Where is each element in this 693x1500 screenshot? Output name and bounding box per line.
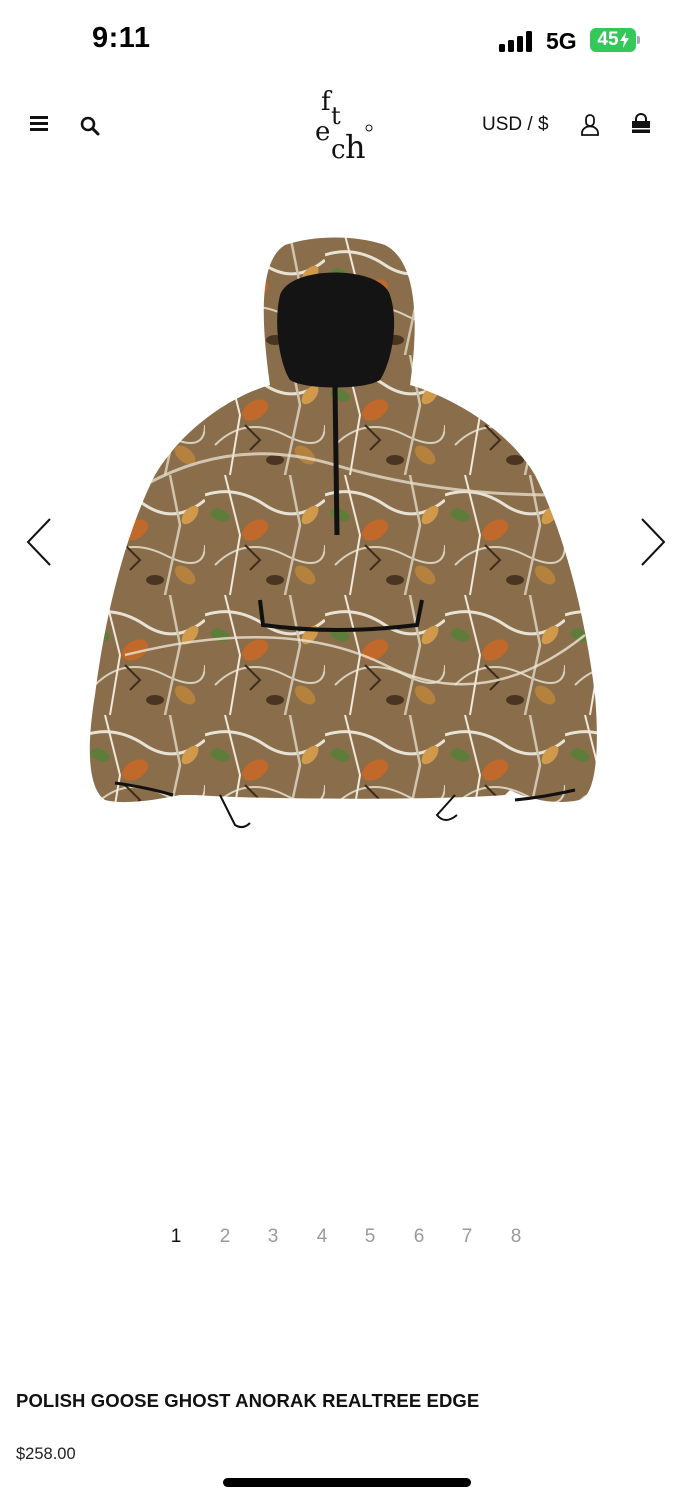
user-icon[interactable] — [580, 113, 600, 137]
svg-text:h: h — [345, 128, 366, 164]
status-time: 9:11 — [92, 22, 151, 54]
site-header: f t e c h USD / $ — [0, 80, 693, 170]
network-type: 5G — [546, 28, 577, 54]
fetch-logo[interactable]: f t e c h — [315, 84, 379, 166]
svg-text:t: t — [331, 102, 341, 130]
svg-text:e: e — [315, 117, 330, 147]
chevron-right-icon[interactable] — [636, 515, 670, 569]
product-title: POLISH GOOSE GHOST ANORAK REALTREE EDGE — [16, 1390, 480, 1411]
page-3[interactable]: 3 — [263, 1226, 283, 1248]
page-5[interactable]: 5 — [360, 1226, 380, 1248]
battery-level: 45 — [597, 29, 619, 50]
product-image[interactable] — [85, 235, 605, 835]
bolt-icon — [619, 32, 629, 48]
page-4[interactable]: 4 — [312, 1226, 332, 1248]
battery-charging-icon: 45 — [590, 28, 636, 52]
chevron-left-icon[interactable] — [22, 515, 56, 569]
currency-selector[interactable]: USD / $ — [482, 114, 549, 136]
signal-bars-icon — [499, 30, 537, 52]
battery-nub — [637, 36, 640, 44]
page-8[interactable]: 8 — [506, 1226, 526, 1248]
product-gallery — [0, 175, 693, 1195]
shopping-bag-icon[interactable] — [630, 113, 652, 135]
svg-text:c: c — [331, 135, 346, 164]
page-7[interactable]: 7 — [457, 1226, 477, 1248]
page-1[interactable]: 1 — [166, 1226, 186, 1248]
page-2[interactable]: 2 — [215, 1226, 235, 1248]
gallery-pagination: 1 2 3 4 5 6 7 8 — [0, 1226, 693, 1256]
page-6[interactable]: 6 — [409, 1226, 429, 1248]
home-indicator[interactable] — [223, 1478, 471, 1487]
search-icon[interactable] — [80, 116, 100, 136]
hamburger-menu-icon[interactable] — [30, 116, 48, 132]
status-bar: 9:11 5G 45 — [0, 0, 693, 80]
product-price: $258.00 — [16, 1445, 76, 1463]
